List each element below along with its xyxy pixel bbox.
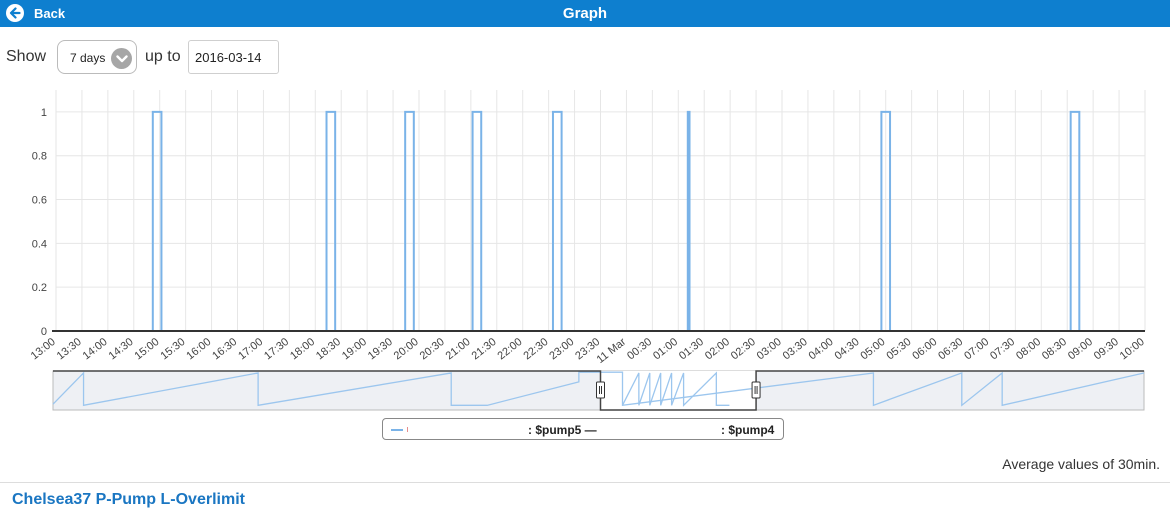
x-tick-label: 06:00 — [910, 336, 939, 362]
x-tick-label: 14:00 — [81, 336, 110, 362]
x-tick-label: 10:00 — [1118, 336, 1147, 362]
x-tick-label: 08:00 — [1014, 336, 1043, 362]
x-tick-label: 20:30 — [418, 336, 447, 362]
x-tick-label: 17:30 — [262, 336, 291, 362]
x-tick-label: 19:30 — [366, 336, 395, 362]
x-tick-label: 20:00 — [392, 336, 421, 362]
x-tick-labels: 13:0013:3014:0014:3015:0015:3016:0016:30… — [29, 336, 1147, 366]
x-tick-label: 07:30 — [988, 336, 1017, 362]
legend-swatch-pump5 — [391, 429, 403, 431]
x-tick-label: 06:30 — [936, 336, 965, 362]
x-tick-label: 09:00 — [1066, 336, 1095, 362]
x-tick-label: 04:30 — [833, 336, 862, 362]
x-tick-label: 18:00 — [288, 336, 317, 362]
y-tick-label: 0.2 — [32, 282, 47, 294]
y-tick-label: 0.6 — [32, 195, 47, 207]
x-tick-label: 05:30 — [884, 336, 913, 362]
legend-marker-pump5 — [407, 427, 408, 432]
x-tick-label: 19:00 — [340, 336, 369, 362]
x-tick-label: 02:30 — [729, 336, 758, 362]
y-tick-labels: 0 0.2 0.4 0.6 0.8 1 — [32, 107, 47, 338]
x-tick-label: 22:30 — [521, 336, 550, 362]
x-tick-label: 22:00 — [495, 336, 524, 362]
vertical-gridlines — [55, 90, 1146, 331]
x-tick-label: 11 Mar — [595, 336, 629, 366]
x-tick-label: 08:30 — [1040, 336, 1069, 362]
divider — [0, 482, 1170, 483]
average-note: Average values of 30min. — [1002, 456, 1160, 472]
navigator[interactable] — [52, 370, 1145, 411]
navigator-handle-right[interactable] — [751, 381, 761, 399]
x-tick-label: 15:00 — [132, 336, 161, 362]
x-tick-label: 18:30 — [314, 336, 343, 362]
legend-label-pump5[interactable]: : $pump5 — — [528, 423, 597, 437]
x-tick-label: 21:30 — [470, 336, 499, 362]
x-tick-label: 05:00 — [858, 336, 887, 362]
station-title-link[interactable]: Chelsea37 P-Pump L-Overlimit — [12, 491, 245, 509]
y-tick-label: 0.4 — [32, 238, 47, 250]
legend: : $pump5 — : $pump4 — [382, 418, 784, 440]
chart: 0 0.2 0.4 0.6 0.8 1 13:0013:3014:0014:3015:00… — [29, 90, 1147, 411]
x-tick-label: 00:30 — [625, 336, 654, 362]
x-tick-label: 03:00 — [755, 336, 784, 362]
x-tick-label: 04:00 — [807, 336, 836, 362]
x-tick-label: 13:00 — [29, 336, 58, 362]
y-tick-label: 0.8 — [32, 151, 47, 163]
x-tick-label: 15:30 — [158, 336, 187, 362]
x-tick-label: 16:30 — [210, 336, 239, 362]
navigator-handle-left[interactable] — [596, 381, 605, 399]
x-tick-label: 13:30 — [55, 336, 84, 362]
x-tick-label: 01:00 — [651, 336, 680, 362]
y-tick-label: 1 — [41, 107, 47, 119]
y-tick-label: 0 — [41, 326, 47, 338]
x-tick-label: 16:00 — [184, 336, 213, 362]
x-tick-label: 23:00 — [547, 336, 576, 362]
x-tick-label: 01:30 — [677, 336, 706, 362]
x-tick-label: 03:30 — [781, 336, 810, 362]
x-tick-label: 09:30 — [1092, 336, 1121, 362]
x-tick-label: 02:00 — [703, 336, 732, 362]
x-tick-label: 17:00 — [236, 336, 265, 362]
x-tick-label: 07:00 — [962, 336, 991, 362]
legend-label-pump4[interactable]: : $pump4 — [721, 423, 774, 437]
x-tick-label: 21:00 — [444, 336, 473, 362]
x-tick-label: 14:30 — [107, 336, 136, 362]
